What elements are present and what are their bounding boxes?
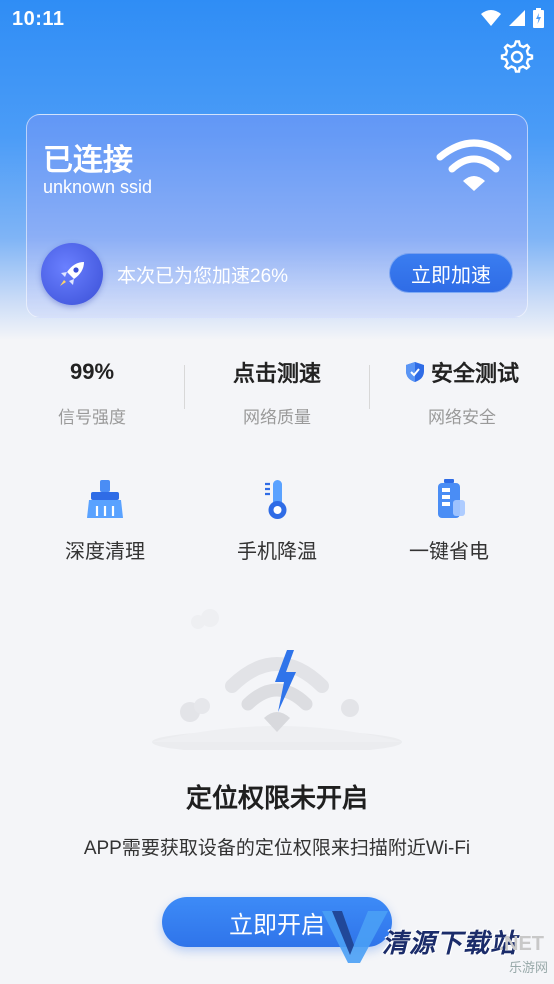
tools-row: 深度清理 手机降温 一键省电 [0, 478, 554, 568]
boost-button[interactable]: 立即加速 [389, 253, 513, 293]
battery-status-icon [533, 8, 544, 28]
status-bar: 10:11 [0, 0, 554, 38]
cell-signal-icon [509, 10, 525, 26]
stat-speed-test[interactable]: 点击测速 网络质量 [185, 355, 369, 428]
status-time: 10:11 [12, 8, 65, 30]
tool-cool-down[interactable]: 手机降温 [185, 478, 369, 564]
no-location-illustration [152, 609, 402, 750]
stat-value: 99% [0, 355, 184, 389]
tool-label: 手机降温 [237, 541, 317, 563]
rocket-badge [41, 243, 103, 305]
tool-label: 一键省电 [409, 541, 489, 563]
connection-status-title: 已连接 [43, 144, 133, 177]
thermometer-icon [265, 480, 287, 519]
ssid-label: unknown ssid [43, 177, 153, 197]
tool-power-save[interactable]: 一键省电 [357, 478, 541, 564]
security-test-value: 安全测试 [430, 361, 519, 386]
status-icons [481, 8, 544, 28]
broom-icon [87, 480, 123, 518]
stats-row: 99% 信号强度 点击测速 网络质量 安全测试 网络安全 [0, 355, 554, 435]
signal-value: 99% [69, 359, 115, 384]
stat-label: 信号强度 [58, 408, 126, 427]
stat-label: 网络安全 [428, 408, 496, 427]
shield-icon [405, 362, 424, 382]
permission-title: 定位权限未开启 [185, 783, 368, 813]
rocket-icon [60, 262, 84, 286]
watermark-text: 清源下载站 [382, 928, 518, 958]
battery-icon [438, 479, 465, 518]
speed-test-value: 点击测速 [232, 361, 321, 386]
connection-card: 已连接 unknown ssid 本次已为您加速26% 立即加速 [26, 114, 528, 318]
stat-label: 网络质量 [243, 408, 311, 427]
wifi-icon [436, 139, 512, 191]
stat-security-test[interactable]: 安全测试 网络安全 [370, 355, 554, 428]
tool-label: 深度清理 [65, 541, 145, 563]
watermark-sub: 乐游网 [508, 960, 548, 975]
watermark-logo: 清源下载站 .NET 乐游网 [320, 905, 554, 984]
stat-value: 安全测试 [370, 355, 554, 389]
stat-signal-strength[interactable]: 99% 信号强度 [0, 355, 184, 428]
watermark-v-logo [322, 911, 388, 963]
settings-gear-icon[interactable] [500, 40, 534, 74]
watermark-net: .NET [498, 933, 544, 955]
tool-deep-clean[interactable]: 深度清理 [13, 478, 197, 564]
boost-status-text: 本次已为您加速26% [117, 266, 289, 287]
wifi-signal-icon [481, 10, 501, 26]
permission-description: APP需要获取设备的定位权限来扫描附近Wi-Fi [83, 838, 471, 859]
stat-value: 点击测速 [185, 355, 369, 389]
